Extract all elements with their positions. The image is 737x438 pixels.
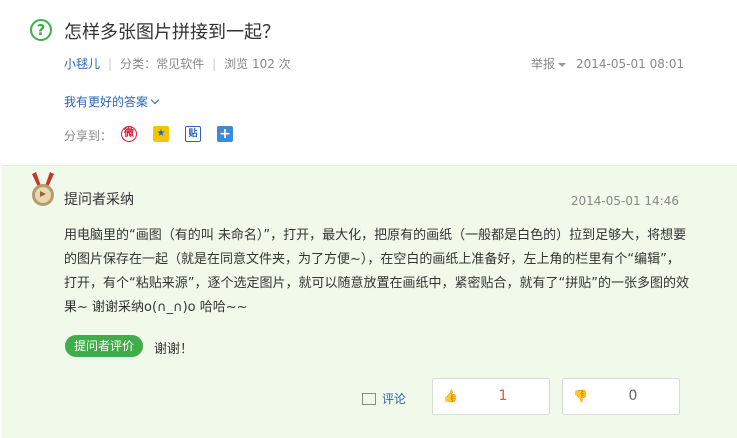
- share-label: 分享到：: [64, 129, 113, 143]
- answer-body: 用电脑里的“画图（有的叫 未命名）”，打开，最大化，把原有的画纸（一般都是白色的…: [64, 228, 689, 315]
- asker-rating-badge: 提问者评价: [65, 335, 144, 357]
- tieba-icon[interactable]: 贴: [185, 126, 201, 142]
- answer-time: 2014-05-01 14:46: [570, 194, 679, 208]
- thumbs-up-icon: 👍: [443, 389, 458, 403]
- view-count: 浏览 102 次: [224, 57, 291, 71]
- question-report-area: 举报 2014-05-01 08:01: [531, 55, 684, 72]
- comment-label[interactable]: 评论: [382, 392, 406, 406]
- asker-rating-text: 谢谢！: [154, 342, 194, 357]
- question-mark-icon: ?: [30, 19, 52, 41]
- qzone-icon[interactable]: ★: [153, 126, 169, 142]
- better-answer-link[interactable]: 我有更好的答案: [64, 93, 160, 110]
- better-answer-label[interactable]: 我有更好的答案: [64, 95, 148, 109]
- question-title: 怎样多张图片拼接到一起？: [64, 22, 280, 43]
- comment-button[interactable]: 评论: [362, 390, 406, 407]
- medal-icon: [32, 172, 54, 206]
- weibo-icon[interactable]: 微: [121, 126, 137, 142]
- more-share-icon[interactable]: +: [217, 126, 233, 142]
- comment-icon: [362, 392, 376, 405]
- upvote-button[interactable]: 👍 1: [432, 378, 550, 415]
- author-link[interactable]: 小毬儿: [64, 57, 100, 71]
- thumbs-down-icon: 👎: [573, 389, 588, 403]
- category-label[interactable]: 分类：常见软件: [120, 57, 204, 71]
- chevron-down-icon[interactable]: [558, 62, 567, 67]
- question-time: 2014-05-01 08:01: [576, 57, 685, 71]
- upvote-count: 1: [498, 388, 508, 404]
- report-button[interactable]: 举报: [531, 57, 555, 71]
- accepted-answer: 提问者采纳 2014-05-01 14:46 用电脑里的“画图（有的叫 未命名）…: [2, 165, 737, 438]
- question-meta: 小毬儿 | 分类：常见软件 | 浏览 102 次: [64, 57, 291, 71]
- chevron-down-icon[interactable]: [150, 95, 160, 105]
- answer-title: 提问者采纳: [64, 192, 134, 208]
- downvote-button[interactable]: 👎 0: [562, 378, 680, 415]
- downvote-count: 0: [628, 388, 638, 404]
